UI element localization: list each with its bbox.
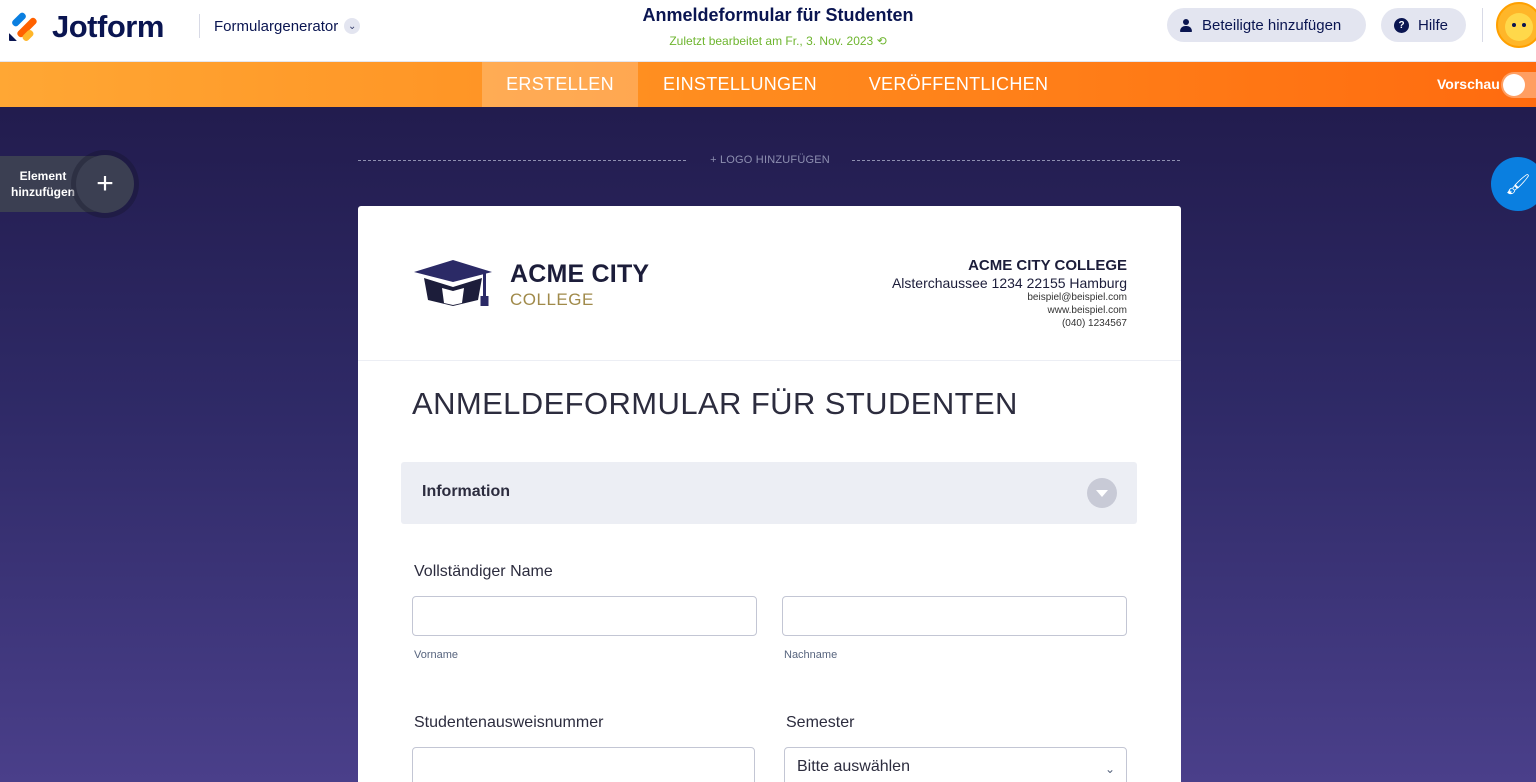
contact-block: ACME CITY COLLEGE Alsterchaussee 1234 22… <box>892 257 1127 330</box>
org-name: ACME CITY COLLEGE <box>968 257 1127 274</box>
top-header: Jotform Formulargenerator ⌄ Anmeldeformu… <box>0 0 1536 62</box>
semester-select[interactable]: Bitte auswählen ⌄ <box>784 747 1127 782</box>
form-header[interactable]: ACME CITY COLLEGE ACME CITY COLLEGE Alst… <box>358 206 1181 361</box>
preview-toggle[interactable] <box>1501 72 1536 98</box>
first-name-sublabel: Vorname <box>414 649 459 661</box>
add-collaborators-label: Beteiligte hinzufügen <box>1202 16 1342 34</box>
semester-label: Semester <box>786 714 855 731</box>
add-collaborators-button[interactable]: Beteiligte hinzufügen <box>1167 8 1366 42</box>
builder-nav: ERSTELLEN EINSTELLUNGEN VERÖFFENTLICHEN … <box>0 62 1536 107</box>
college-subtitle: COLLEGE <box>510 290 594 309</box>
preview-label: Vorschau <box>1437 76 1500 92</box>
full-name-label: Vollständiger Name <box>414 563 553 580</box>
student-id-input[interactable] <box>412 747 755 782</box>
add-logo-button[interactable]: + LOGO HINZUFÜGEN <box>696 154 844 166</box>
question-icon: ? <box>1394 17 1409 33</box>
section-collapse-information[interactable]: Information <box>401 462 1137 524</box>
jotform-logo[interactable]: Jotform <box>8 9 164 45</box>
org-email: beispiel@beispiel.com <box>1027 292 1127 303</box>
tab-publish[interactable]: VERÖFFENTLICHEN <box>857 62 1060 107</box>
logo-divider <box>358 160 686 161</box>
page-title[interactable]: Anmeldeformular für Studenten <box>480 5 1076 26</box>
tab-create[interactable]: ERSTELLEN <box>482 62 638 107</box>
college-name: ACME CITY <box>510 260 650 288</box>
chevron-down-icon: ⌄ <box>1104 762 1115 776</box>
tab-create-label: ERSTELLEN <box>506 74 614 94</box>
org-website: www.beispiel.com <box>1047 305 1127 316</box>
person-icon <box>1180 18 1192 32</box>
header-divider <box>1482 8 1483 42</box>
revert-icon: ⟲ <box>876 34 887 48</box>
form-title-area: Anmeldeformular für Studenten Zuletzt be… <box>480 5 1076 48</box>
first-name-input[interactable] <box>412 596 757 636</box>
last-edited-status[interactable]: Zuletzt bearbeitet am Fr., 3. Nov. 2023 … <box>480 34 1076 48</box>
form-designer-button[interactable]: 🖌 <box>1491 157 1536 211</box>
builder-menu-label: Formulargenerator <box>214 17 339 35</box>
tab-settings-label: EINSTELLUNGEN <box>663 74 817 94</box>
org-phone: (040) 1234567 <box>1061 318 1127 329</box>
plus-icon: + <box>96 167 114 200</box>
help-button[interactable]: ? Hilfe <box>1381 8 1466 42</box>
org-address: Alsterchaussee 1234 22155 Hamburg <box>891 275 1127 291</box>
add-element-label: Element hinzufügen <box>11 169 75 199</box>
logo-divider <box>852 160 1180 161</box>
add-element-button[interactable]: + <box>76 155 134 213</box>
chevron-down-icon[interactable] <box>1087 478 1117 508</box>
form-heading[interactable]: ANMELDEFORMULAR FÜR STUDENTEN <box>412 386 1018 422</box>
tab-publish-label: VERÖFFENTLICHEN <box>868 74 1049 94</box>
header-divider <box>199 14 200 38</box>
brand-name: Jotform <box>52 9 164 44</box>
help-label: Hilfe <box>1418 16 1449 34</box>
jotform-logo-icon <box>8 11 38 43</box>
section-label: Information <box>422 483 510 500</box>
builder-menu[interactable]: Formulargenerator ⌄ <box>214 14 361 38</box>
last-name-input[interactable] <box>782 596 1127 636</box>
tab-settings[interactable]: EINSTELLUNGEN <box>649 62 831 107</box>
paint-roller-icon: 🖌 <box>1505 173 1531 196</box>
semester-value: Bitte auswählen <box>797 758 910 775</box>
student-id-label: Studentenausweisnummer <box>414 714 604 731</box>
graduation-cap-icon <box>414 260 492 306</box>
last-edited-text: Zuletzt bearbeitet am Fr., 3. Nov. 2023 <box>669 34 874 48</box>
last-name-sublabel: Nachname <box>784 649 838 661</box>
avatar[interactable] <box>1496 2 1536 48</box>
avatar-face-icon <box>1505 13 1533 41</box>
form-card: ACME CITY COLLEGE ACME CITY COLLEGE Alst… <box>358 206 1181 782</box>
chevron-down-icon: ⌄ <box>344 18 361 34</box>
